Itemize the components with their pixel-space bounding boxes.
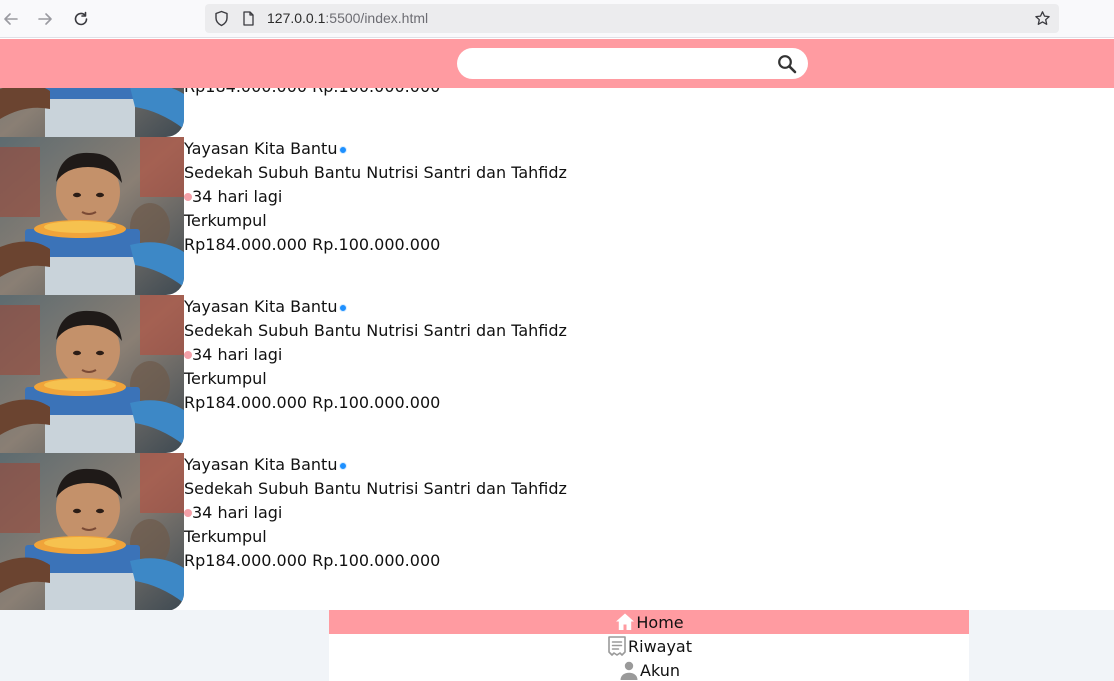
search-box[interactable] [457,48,808,79]
campaign-photo [0,137,184,295]
days-left: 34 hari lagi [192,187,283,206]
back-button[interactable] [0,8,22,30]
deadline-line: 34 hari lagi [184,343,567,367]
reload-icon [74,11,88,26]
verified-badge-icon [339,462,348,470]
verified-badge-icon [339,146,348,154]
days-left: 34 hari lagi [192,345,283,364]
nav-account[interactable]: Akun [329,658,969,681]
days-left: 34 hari lagi [192,503,283,522]
org-name: Yayasan Kita Bantu [184,139,338,158]
shield-icon[interactable] [213,10,230,27]
reload-button[interactable] [70,8,92,30]
nav-history-label: Riwayat [628,636,692,656]
nav-home[interactable]: Home [329,610,969,634]
search-input[interactable] [471,53,771,73]
search-icon[interactable] [777,54,797,74]
header [0,39,1114,88]
campaign-details: Yayasan Kita Bantu Sedekah Subuh Bantu N… [184,295,567,415]
campaign-image[interactable] [0,453,184,611]
org-line: Yayasan Kita Bantu [184,453,567,477]
page: Yayasan Kita Bantu Sedekah Subuh Bantu N… [0,39,1114,681]
deadline-line: 34 hari lagi [184,501,567,525]
nav-history[interactable]: Riwayat [329,634,969,658]
verified-badge-icon [339,304,348,312]
campaign-card[interactable]: Yayasan Kita Bantu Sedekah Subuh Bantu N… [0,295,1114,453]
star-icon[interactable] [1034,10,1051,27]
user-icon [620,661,638,680]
amounts: Rp184.000.000 Rp.100.000.000 [184,393,441,412]
url-host: 127.0.0.1 [267,10,326,26]
org-name: Yayasan Kita Bantu [184,297,338,316]
browser-toolbar: 127.0.0.1:5500/index.html [0,0,1114,38]
receipt-icon [608,636,626,656]
amounts: Rp184.000.000 Rp.100.000.000 [184,235,441,254]
collected-label: Terkumpul [184,211,267,230]
bottom-nav: Home Riwayat Akun [329,610,969,681]
deadline-dot-icon [184,193,192,201]
org-line: Yayasan Kita Bantu [184,295,567,319]
forward-button[interactable] [34,8,56,30]
address-bar[interactable]: 127.0.0.1:5500/index.html [205,4,1059,33]
url-path: :5500/index.html [325,10,429,26]
deadline-dot-icon [184,509,192,517]
org-line: Yayasan Kita Bantu [184,137,567,161]
deadline-dot-icon [184,351,192,359]
arrow-left-icon [4,13,18,25]
campaign-details: Yayasan Kita Bantu Sedekah Subuh Bantu N… [184,453,567,573]
arrow-right-icon [38,13,52,25]
amounts: Rp184.000.000 Rp.100.000.000 [184,551,441,570]
home-icon [616,613,635,630]
org-name: Yayasan Kita Bantu [184,455,338,474]
campaign-title[interactable]: Sedekah Subuh Bantu Nutrisi Santri dan T… [184,319,567,343]
campaign-details: Yayasan Kita Bantu Sedekah Subuh Bantu N… [184,137,567,257]
campaign-image[interactable] [0,137,184,295]
deadline-line: 34 hari lagi [184,185,567,209]
campaign-image[interactable] [0,295,184,453]
campaign-photo [0,295,184,453]
collected-label: Terkumpul [184,527,267,546]
campaign-photo [0,453,184,611]
campaign-card[interactable]: Yayasan Kita Bantu Sedekah Subuh Bantu N… [0,453,1114,611]
collected-label: Terkumpul [184,369,267,388]
bottom-area: Home Riwayat Akun [0,610,1114,681]
url-text[interactable]: 127.0.0.1:5500/index.html [267,10,428,26]
campaign-title[interactable]: Sedekah Subuh Bantu Nutrisi Santri dan T… [184,477,567,501]
nav-account-label: Akun [640,660,680,680]
nav-home-label: Home [636,612,684,632]
campaign-title[interactable]: Sedekah Subuh Bantu Nutrisi Santri dan T… [184,161,567,185]
campaign-list: Yayasan Kita Bantu Sedekah Subuh Bantu N… [0,39,1114,611]
campaign-card[interactable]: Yayasan Kita Bantu Sedekah Subuh Bantu N… [0,137,1114,295]
page-icon [243,11,254,26]
